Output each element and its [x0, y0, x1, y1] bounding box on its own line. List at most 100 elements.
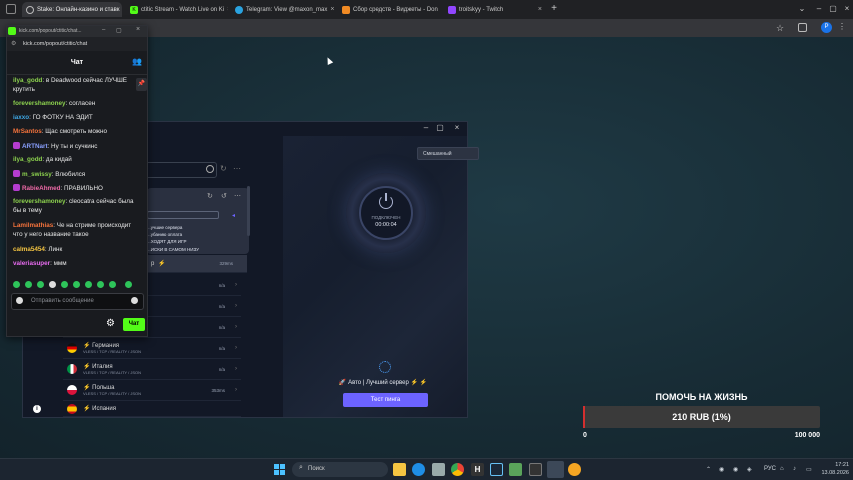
clock-date[interactable]: 13.08.2026 — [815, 470, 849, 476]
bookmark-star-icon[interactable]: ☆ — [776, 23, 784, 33]
tab-donation[interactable]: Сбор средств - Виджеты - Don × — [338, 2, 440, 17]
maximize-icon[interactable]: ▢ — [826, 3, 840, 15]
emote-icon[interactable] — [49, 281, 56, 288]
popup-more-icon[interactable]: ⋯ — [234, 192, 241, 200]
profile-avatar[interactable]: P — [821, 22, 832, 33]
app-h-icon[interactable]: H — [471, 463, 484, 476]
kick-icon — [8, 27, 16, 35]
maximize-icon[interactable]: ▢ — [434, 123, 446, 132]
tray-app-icon[interactable]: ◈ — [747, 466, 752, 473]
popup-server-latency: 329ms — [219, 261, 233, 266]
tab-stake[interactable]: Stake: Онлайн-казино и ставк × — [22, 2, 122, 17]
connection-panel: Смешанный ПОДКЛЮЧЕН 00:00:04 🚀 Авто | Лу… — [283, 136, 479, 417]
settings-gear-icon[interactable]: ⚙ — [106, 318, 115, 329]
tray-app-icon[interactable]: ◉ — [719, 466, 724, 473]
minimize-icon[interactable]: – — [102, 27, 105, 33]
ping-test-button[interactable]: Тест пинга — [343, 393, 428, 407]
new-tab-button[interactable]: + — [548, 3, 560, 15]
emote-icon[interactable] — [85, 281, 92, 288]
popup-field[interactable] — [147, 211, 219, 219]
close-icon[interactable]: × — [330, 6, 334, 13]
emote-icon[interactable] — [25, 281, 32, 288]
popup-server-row[interactable]: p ⚡ 329ms — [147, 255, 247, 273]
chat-username[interactable]: calma5454 — [13, 246, 45, 253]
clock-time[interactable]: 17:21 — [815, 462, 849, 468]
battery-icon[interactable]: ▭ — [806, 466, 812, 473]
app-icon[interactable] — [432, 463, 445, 476]
list-scrollbar[interactable] — [247, 186, 250, 236]
active-app-icon[interactable] — [547, 461, 564, 478]
info-icon[interactable]: i — [33, 405, 41, 413]
server-row-germany[interactable]: ⚡ Германия VLESS / TCP / REALITY / JSON n… — [63, 338, 241, 359]
game-icon[interactable] — [509, 463, 522, 476]
volume-icon[interactable]: ♪ — [793, 466, 796, 472]
server-row-spain[interactable]: ⚡ Испания — [63, 401, 241, 417]
emote-icon[interactable] — [37, 281, 44, 288]
minimize-icon[interactable]: – — [420, 123, 432, 132]
chat-username[interactable]: ARTNart — [22, 143, 48, 150]
tab-menu-icon[interactable]: ⌄ — [795, 3, 809, 15]
refresh-icon[interactable]: ↻ — [220, 164, 227, 173]
users-icon[interactable]: 👥 — [132, 57, 142, 66]
more-icon[interactable]: ⋯ — [233, 164, 241, 173]
close-icon[interactable]: × — [136, 26, 140, 33]
close-icon[interactable]: × — [227, 6, 228, 13]
chat-username[interactable]: RabieAhmed — [22, 185, 61, 192]
taskbar-search[interactable]: ⌕ Поиск — [292, 462, 388, 477]
close-icon[interactable]: × — [538, 6, 542, 13]
tab-telegram[interactable]: Telegram: View @maxon_max × — [231, 2, 335, 17]
tab-twitch[interactable]: troitskyy - Twitch × — [444, 2, 546, 17]
chat-username[interactable]: MrSantos — [13, 128, 42, 135]
close-icon[interactable]: × — [451, 123, 463, 132]
tab-search-icon[interactable] — [6, 4, 16, 14]
chat-username[interactable]: m_swissy — [22, 171, 52, 178]
extensions-icon[interactable] — [798, 23, 807, 32]
network-icon[interactable]: ⌂ — [780, 466, 784, 472]
steam-icon[interactable] — [490, 463, 503, 476]
tab-kick[interactable]: K ctitic Stream - Watch Live on Ki × — [126, 2, 228, 17]
maximize-icon[interactable]: ▢ — [116, 27, 122, 34]
server-row-italy[interactable]: ⚡ Италия VLESS / TCP / REALITY / JSON n/a… — [63, 359, 241, 380]
site-info-icon[interactable]: ⚙ — [11, 40, 16, 47]
windows-taskbar: ⌕ Поиск H ⌃ ◉ ◉ ◈ РУС ⌂ ♪ ▭ 17:21 13.08.… — [0, 458, 853, 480]
chat-text: : ПРАВИЛЬНО — [60, 185, 103, 192]
browser-menu-icon[interactable]: ⋮ — [838, 22, 846, 31]
popup-url[interactable]: kick.com/popout/ctitic/chat — [23, 41, 87, 47]
emote-icon[interactable] — [109, 281, 116, 288]
chat-input[interactable]: Отправить сообщение — [11, 293, 144, 310]
chat-username[interactable]: forevershamoney — [13, 100, 66, 107]
tray-app-icon[interactable]: ◉ — [733, 466, 738, 473]
tab-label: ctitic Stream - Watch Live on Ki — [141, 6, 225, 13]
globe-icon — [379, 361, 391, 373]
language-indicator[interactable]: РУС — [764, 466, 776, 472]
chat-username[interactable]: forevershamoney — [13, 198, 66, 205]
edge-icon[interactable] — [412, 463, 425, 476]
app-icon[interactable] — [568, 463, 581, 476]
popup-arrow-icon[interactable]: ◂ — [232, 212, 235, 219]
chat-username[interactable]: ilya_godd — [13, 156, 42, 163]
chat-text: : ммм — [50, 260, 67, 267]
popup-reload-icon[interactable]: ↺ — [221, 192, 227, 200]
start-button-icon[interactable] — [274, 464, 285, 475]
tray-chevron-icon[interactable]: ⌃ — [706, 466, 711, 473]
send-chat-button[interactable]: Чат — [123, 318, 145, 331]
emote-icon[interactable] — [97, 281, 104, 288]
server-row-poland[interactable]: ⚡ Польша VLESS / TCP / REALITY / JSON 353… — [63, 380, 241, 401]
popup-refresh-icon[interactable]: ↻ — [207, 192, 213, 200]
emoji-icon[interactable] — [131, 297, 138, 304]
chat-username[interactable]: iaxxo — [13, 114, 29, 121]
emote-picker-icon[interactable] — [16, 297, 23, 304]
emote-icon[interactable] — [13, 281, 20, 288]
emote-icon[interactable] — [125, 281, 132, 288]
chat-username[interactable]: valeriasuper — [13, 260, 50, 267]
obs-icon[interactable] — [529, 463, 542, 476]
mode-select[interactable]: Смешанный — [417, 147, 479, 160]
emote-icon[interactable] — [61, 281, 68, 288]
file-explorer-icon[interactable] — [393, 463, 406, 476]
chat-username[interactable]: ilya_godd — [13, 77, 42, 84]
close-window-icon[interactable]: × — [840, 3, 853, 15]
emote-icon[interactable] — [73, 281, 80, 288]
chat-username[interactable]: Lamilmathias — [13, 222, 53, 229]
chrome-icon[interactable] — [451, 463, 464, 476]
minimize-icon[interactable]: – — [812, 3, 826, 15]
